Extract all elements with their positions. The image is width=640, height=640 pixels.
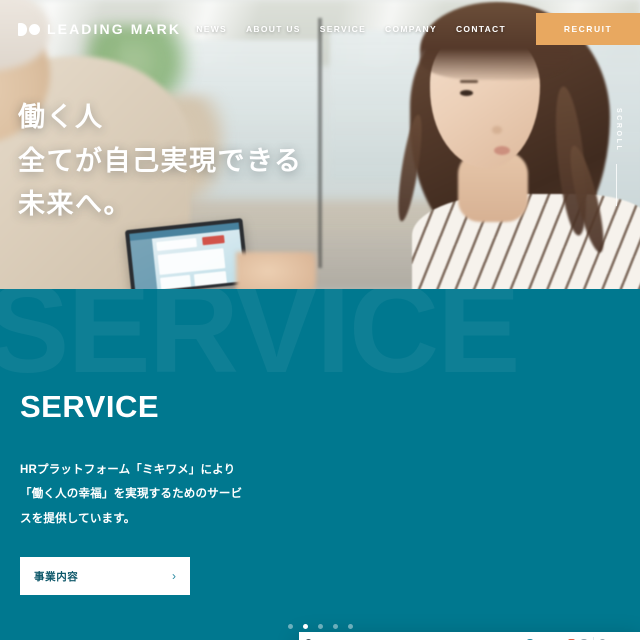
- dashboard-topbar: ミキワメ お困りの方へ ▾ 佐藤 恵介 様 ▾: [299, 632, 640, 640]
- scroll-label: SCROLL: [615, 108, 622, 153]
- hero-headline: 働く人 全てが自己実現できる 未来へ。: [18, 96, 302, 227]
- nav-item-service[interactable]: SERVICE: [320, 24, 366, 34]
- site-logo[interactable]: LEADING MARK: [18, 21, 181, 37]
- service-description-line-2: 「働く人の幸福」を実現するためのサービ: [20, 488, 243, 501]
- leading-mark-logo-icon: [18, 22, 40, 36]
- hero-headline-line-2: 全てが自己実現できる: [18, 145, 303, 176]
- service-detail-button[interactable]: 事業内容 ›: [20, 557, 190, 596]
- hero-headline-line-3: 未来へ。: [18, 189, 132, 220]
- laptop-screen: [129, 222, 245, 289]
- nav-item-news[interactable]: NEWS: [196, 24, 227, 34]
- hero-section: SCROLL LEADING MARK NEWS ABOUT US SERVIC…: [0, 0, 640, 289]
- carousel-dot-2[interactable]: [302, 624, 308, 629]
- service-description-line-3: スを提供しています。: [20, 512, 136, 525]
- landing-page: SCROLL LEADING MARK NEWS ABOUT US SERVIC…: [0, 0, 640, 640]
- product-screenshot-mikiwame-dashboard: ミキワメ お困りの方へ ▾ 佐藤 恵介 様 ▾: [299, 632, 640, 640]
- nav-item-company[interactable]: COMPANY: [385, 24, 437, 34]
- service-description-line-1: HRプラットフォーム「ミキワメ」により: [20, 464, 236, 476]
- service-copy-block: SERVICE HRプラットフォーム「ミキワメ」により 「働く人の幸福」を実現す…: [20, 389, 280, 596]
- carousel-dot-5[interactable]: [347, 624, 353, 629]
- carousel-dots: [0, 624, 640, 629]
- service-detail-button-label: 事業内容: [34, 570, 79, 583]
- recruit-button[interactable]: RECRUIT: [536, 13, 640, 45]
- service-description: HRプラットフォーム「ミキワメ」により 「働く人の幸福」を実現するためのサービ …: [20, 458, 280, 531]
- scroll-line: [616, 164, 617, 206]
- hero-headline-line-1: 働く人: [18, 102, 104, 132]
- foreground-person-hand: [236, 252, 316, 289]
- site-logo-text: LEADING MARK: [47, 21, 182, 37]
- laptop: [124, 218, 250, 289]
- service-section: SERVICE SERVICE HRプラットフォーム「ミキワメ」により 「働く人…: [0, 289, 640, 640]
- scroll-indicator: SCROLL: [610, 108, 624, 206]
- nav-item-contact[interactable]: CONTACT: [456, 24, 506, 34]
- carousel-dot-3[interactable]: [317, 624, 323, 629]
- carousel-dot-1[interactable]: [287, 624, 293, 629]
- main-nav: NEWS ABOUT US SERVICE COMPANY CONTACT RE…: [196, 13, 640, 45]
- chevron-right-icon: ›: [172, 569, 176, 584]
- service-title: SERVICE: [20, 389, 160, 424]
- service-watermark-text: SERVICE: [0, 289, 521, 399]
- nav-item-about-us[interactable]: ABOUT US: [246, 24, 301, 34]
- site-header: LEADING MARK NEWS ABOUT US SERVICE COMPA…: [0, 0, 640, 58]
- carousel-dot-4[interactable]: [332, 624, 338, 629]
